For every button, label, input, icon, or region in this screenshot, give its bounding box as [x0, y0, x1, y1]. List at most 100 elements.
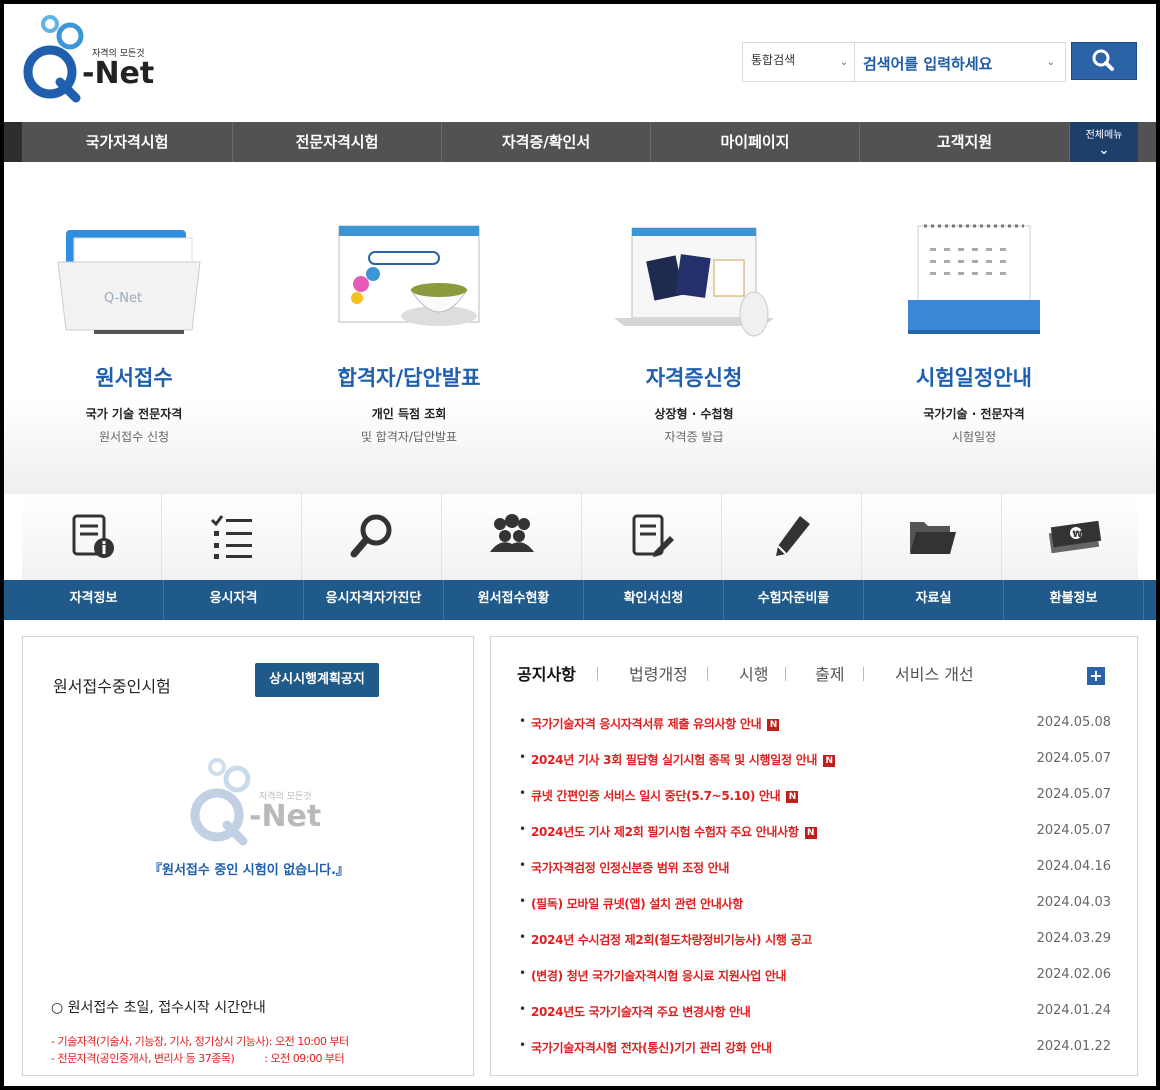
page: 자격의 모든것 -Net 통합검색 ⌄ 검색어를 입력하세요 ⌄ 국가자격시험 … [4, 4, 1156, 1086]
tab-service-improvement[interactable]: 서비스 개선 [895, 661, 974, 685]
notice-row[interactable]: • 국가기술자격 응시자격서류 제출 유의사항 안내 N 2024.05.08 [519, 713, 1119, 733]
quick-label-exam-supplies[interactable]: 수험자준비물 [724, 580, 864, 620]
search-icon [1092, 49, 1114, 71]
nav-item-certificate[interactable]: 자격증/확인서 [442, 122, 651, 162]
quick-label-application-status[interactable]: 원서접수현황 [444, 580, 584, 620]
hero-card-certificate[interactable]: 자격증신청 상장형 · 수첩형 자격증 발급 [564, 162, 824, 494]
notice-title: 국가기술자격시험 전자(통신)기기 관리 강화 안내 [531, 1041, 772, 1055]
hero-description: 원서접수 신청 [98, 430, 170, 444]
notice-title: 2024년도 기사 제2회 필기시험 수험자 주요 안내사항 N [531, 823, 817, 840]
bullet-icon: • [519, 1038, 527, 1052]
panel-title: 원서접수중인시험 [53, 677, 171, 696]
search-button[interactable] [1071, 42, 1137, 80]
empty-exam-message: 『원서접수 중인 시험이 없습니다.』 [149, 863, 349, 878]
nav-item-support[interactable]: 고객지원 [860, 122, 1070, 162]
nav-left-cap [4, 122, 22, 162]
quick-label-self-check[interactable]: 응시자격자가진단 [304, 580, 444, 620]
new-badge: N [804, 826, 817, 839]
hero-card-results[interactable]: 합격자/답안발표 개인 득점 조회 및 합격자/답안발표 [279, 162, 539, 494]
new-badge: N [823, 754, 836, 767]
search-input[interactable]: 검색어를 입력하세요 ⌄ [854, 42, 1066, 82]
notice-title: 2024년 기사 3회 필답형 실기시험 종목 및 시행일정 안내 N [531, 751, 836, 768]
qnet-watermark-logo: 자격의 모든것 -Net [187, 755, 321, 847]
tab-divider [597, 667, 598, 681]
bullet-icon: • [519, 930, 527, 944]
notice-row[interactable]: • 큐넷 간편인증 서비스 일시 중단(5.7~5.10) 안내 N 2024.0… [519, 785, 1119, 805]
notice-row[interactable]: • 2024년 기사 3회 필답형 실기시험 종목 및 시행일정 안내 N 202… [519, 749, 1119, 769]
pencil-icon [776, 516, 810, 556]
notice-date: 2024.01.24 [1036, 1003, 1111, 1018]
quick-icon-application-status[interactable] [442, 494, 582, 580]
quick-label-refund[interactable]: 환불정보 [1004, 580, 1144, 620]
quick-label-qualification-info[interactable]: 자격정보 [24, 580, 164, 620]
laptop-passport-illustration-icon [604, 218, 784, 348]
quick-icon-qualification-info[interactable] [22, 494, 162, 580]
calendar-illustration-icon [884, 218, 1064, 348]
qnet-logo[interactable]: 자격의 모든것 -Net [20, 12, 154, 104]
notice-title: 2024년 수시검정 제2회(철도차량정비기능사) 시행 공고 [531, 933, 812, 947]
quick-icon-exam-supplies[interactable] [722, 494, 862, 580]
tab-implementation[interactable]: 시행 [739, 661, 768, 685]
search-placeholder: 검색어를 입력하세요 [863, 55, 993, 73]
notice-row[interactable]: • (변경) 청년 국가기술자격시험 응시료 지원사업 안내 2024.02.0… [519, 965, 1119, 985]
hero-subtitle: 개인 득점 조회 [371, 407, 447, 421]
notice-row[interactable]: • 2024년도 국가기술자격 주요 변경사항 안내 2024.01.24 [519, 1001, 1119, 1021]
hero-title: 시험일정안내 [916, 366, 1032, 390]
search-scope-select[interactable]: 통합검색 ⌄ [742, 42, 854, 82]
notice-title: 국가기술자격 응시자격서류 제출 유의사항 안내 N [531, 715, 780, 732]
money-stack-icon: ₩ [1048, 520, 1102, 554]
quick-icon-refund[interactable]: ₩ [1002, 494, 1142, 580]
notice-row[interactable]: • 2024년도 기사 제2회 필기시험 수험자 주요 안내사항 N 2024.0… [519, 821, 1119, 841]
quick-label-archive[interactable]: 자료실 [864, 580, 1004, 620]
nav-item-professional-exam[interactable]: 전문자격시험 [233, 122, 442, 162]
hero-subtitle: 국가기술 · 전문자격 [923, 407, 1025, 421]
notice-row[interactable]: • 2024년 수시검정 제2회(철도차량정비기능사) 시행 공고 2024.0… [519, 929, 1119, 949]
svg-text:Q-Net: Q-Net [104, 291, 142, 306]
bullet-icon: • [519, 822, 527, 836]
quick-menu-icons: ₩ [22, 494, 1138, 580]
notice-date: 2024.04.03 [1036, 895, 1111, 910]
people-group-icon [490, 514, 534, 552]
hero-card-application[interactable]: Q-Net 원서접수 국가 기술 전문자격 원서접수 신청 [4, 162, 264, 494]
tab-notice[interactable]: 공지사항 [517, 661, 576, 685]
quick-icon-eligibility[interactable] [162, 494, 302, 580]
quick-label-eligibility[interactable]: 응시자격 [164, 580, 304, 620]
quick-menu: ₩ 자격정보 응시자격 응시자격자가진단 원서접수현황 확인서신청 수험자준비물… [4, 494, 1156, 620]
notice-row[interactable]: • 국가기술자격시험 전자(통신)기기 관리 강화 안내 2024.01.22 [519, 1037, 1119, 1057]
watermark-text: -Net [249, 799, 322, 834]
hero-card-schedule[interactable]: 시험일정안내 국가기술 · 전문자격 시험일정 [844, 162, 1104, 494]
tab-question-setting[interactable]: 출제 [815, 661, 844, 685]
bullet-icon: • [519, 894, 527, 908]
application-time-guide-title: ○ 원서접수 초일, 접수시작 시간안내 [51, 1000, 266, 1016]
quick-icon-self-check[interactable] [302, 494, 442, 580]
quick-icon-archive[interactable] [862, 494, 1002, 580]
regular-exam-plan-button[interactable]: 상시시행계획공지 [255, 663, 379, 697]
quick-label-confirmation-request[interactable]: 확인서신청 [584, 580, 724, 620]
notice-date: 2024.05.07 [1036, 823, 1111, 838]
notice-panel: 공지사항 법령개정 시행 출제 서비스 개선 + • 국가기술자격 응시자격서류… [490, 636, 1138, 1076]
notice-date: 2024.05.07 [1036, 751, 1111, 766]
hero-title: 합격자/답안발표 [337, 366, 481, 390]
notice-row[interactable]: • 국가자격검정 인정신분증 범위 조정 안내 2024.04.16 [519, 857, 1119, 877]
new-badge: N [786, 790, 799, 803]
browser-teacup-illustration-icon [319, 218, 499, 348]
folder-icon [910, 522, 956, 554]
tab-law-revision[interactable]: 법령개정 [629, 661, 688, 685]
all-menu-button[interactable]: 전체메뉴 ⌄ [1070, 122, 1138, 162]
quick-menu-labels: 자격정보 응시자격 응시자격자가진단 원서접수현황 확인서신청 수험자준비물 자… [4, 580, 1156, 620]
main-nav: 국가자격시험 전문자격시험 자격증/확인서 마이페이지 고객지원 [4, 122, 1156, 162]
quick-icon-confirmation-request[interactable] [582, 494, 722, 580]
more-notices-button[interactable]: + [1087, 667, 1105, 685]
notice-date: 2024.03.29 [1036, 931, 1111, 946]
hero-title: 원서접수 [95, 366, 173, 390]
nav-item-mypage[interactable]: 마이페이지 [651, 122, 860, 162]
chevron-down-icon: ⌄ [839, 57, 848, 68]
notice-title: 큐넷 간편인증 서비스 일시 중단(5.7~5.10) 안내 N [531, 787, 799, 804]
notice-row[interactable]: • (필독) 모바일 큐넷(앱) 설치 관련 안내사항 2024.04.03 [519, 893, 1119, 913]
notice-title: 국가자격검정 인정신분증 범위 조정 안내 [531, 861, 730, 875]
nav-item-national-exam[interactable]: 국가자격시험 [22, 122, 233, 162]
new-badge: N [767, 718, 780, 731]
bullet-icon: • [519, 1002, 527, 1016]
bullet-icon: • [519, 750, 527, 764]
search-scope-value: 통합검색 [751, 53, 796, 67]
